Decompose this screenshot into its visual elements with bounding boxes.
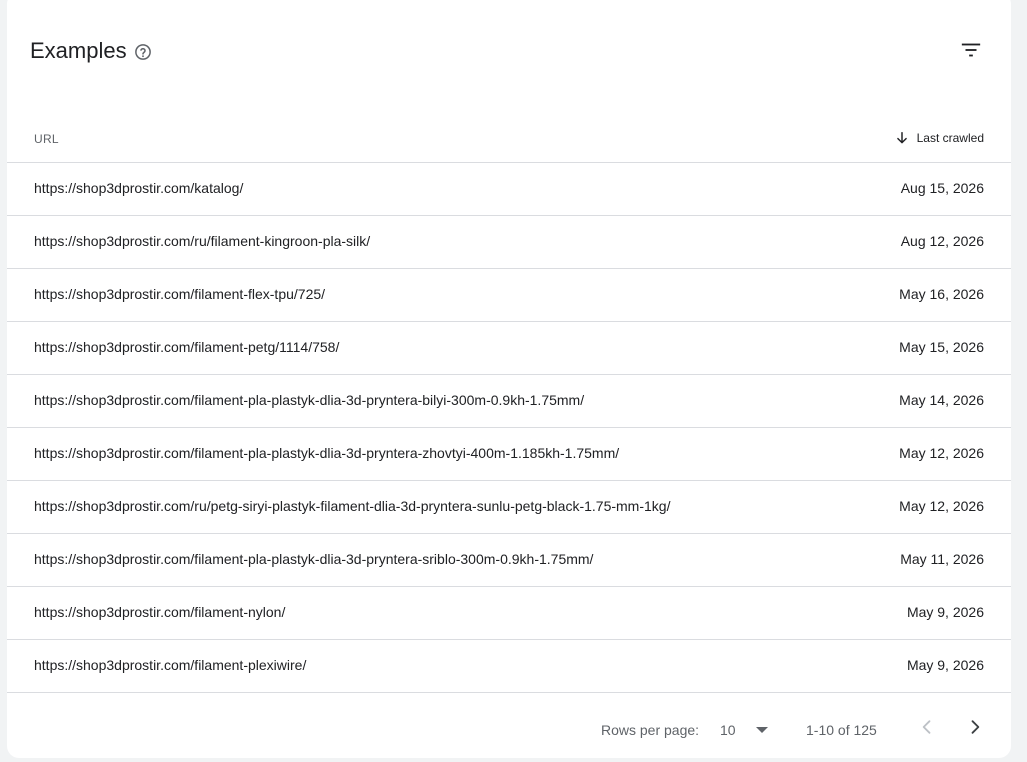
pagination-range: 1-10 of 125 bbox=[806, 722, 877, 738]
help-circle-icon[interactable] bbox=[134, 43, 152, 61]
table-row[interactable]: https://shop3dprostir.com/ru/filament-ki… bbox=[7, 216, 1011, 269]
row-url[interactable]: https://shop3dprostir.com/filament-plexi… bbox=[34, 657, 306, 673]
row-url[interactable]: https://shop3dprostir.com/filament-nylon… bbox=[34, 604, 285, 620]
row-date: May 15, 2026 bbox=[899, 339, 984, 355]
table-body: https://shop3dprostir.com/katalog/Aug 15… bbox=[7, 163, 1011, 693]
table-row[interactable]: https://shop3dprostir.com/filament-pla-p… bbox=[7, 534, 1011, 587]
chevron-right-icon[interactable] bbox=[965, 716, 985, 738]
row-url[interactable]: https://shop3dprostir.com/katalog/ bbox=[34, 180, 243, 196]
row-date: Aug 12, 2026 bbox=[900, 233, 984, 249]
row-url[interactable]: https://shop3dprostir.com/filament-petg/… bbox=[34, 339, 339, 355]
table-header: URL Last crawled bbox=[7, 112, 1011, 163]
row-url[interactable]: https://shop3dprostir.com/filament-pla-p… bbox=[34, 392, 584, 408]
row-date: May 12, 2026 bbox=[899, 498, 984, 514]
card-header: Examples bbox=[7, 0, 1011, 112]
row-date: May 12, 2026 bbox=[899, 445, 984, 461]
row-date: May 16, 2026 bbox=[899, 286, 984, 302]
dropdown-triangle-icon bbox=[755, 727, 768, 733]
filter-icon[interactable] bbox=[960, 39, 982, 61]
row-date: May 11, 2026 bbox=[900, 551, 984, 567]
rows-per-page-label: Rows per page: bbox=[601, 722, 700, 738]
rows-per-page-select[interactable]: 10 bbox=[720, 722, 768, 738]
row-date: Aug 15, 2026 bbox=[900, 180, 984, 196]
table-row[interactable]: https://shop3dprostir.com/filament-flex-… bbox=[7, 269, 1011, 322]
column-header-url[interactable]: URL bbox=[34, 132, 59, 146]
chevron-left-icon[interactable] bbox=[917, 716, 937, 738]
arrow-down-icon bbox=[896, 132, 907, 144]
table-row[interactable]: https://shop3dprostir.com/filament-petg/… bbox=[7, 322, 1011, 375]
card-title: Examples bbox=[30, 38, 127, 63]
row-url[interactable]: https://shop3dprostir.com/filament-pla-p… bbox=[34, 445, 619, 461]
row-url[interactable]: https://shop3dprostir.com/ru/filament-ki… bbox=[34, 233, 370, 249]
row-date: May 14, 2026 bbox=[899, 392, 984, 408]
pagination: Rows per page: 10 1-10 of 125 bbox=[7, 704, 1011, 754]
examples-card: Examples URL Last crawled https://shop3d… bbox=[7, 0, 1011, 758]
table-row[interactable]: https://shop3dprostir.com/filament-nylon… bbox=[7, 587, 1011, 640]
table-row[interactable]: https://shop3dprostir.com/katalog/Aug 15… bbox=[7, 163, 1011, 216]
rows-per-page-value: 10 bbox=[720, 722, 736, 738]
table-row[interactable]: https://shop3dprostir.com/filament-plexi… bbox=[7, 640, 1011, 693]
row-date: May 9, 2026 bbox=[906, 604, 984, 620]
row-url[interactable]: https://shop3dprostir.com/ru/petg-siryi-… bbox=[34, 498, 670, 514]
row-date: May 9, 2026 bbox=[906, 657, 984, 673]
column-header-last-crawled-label: Last crawled bbox=[916, 131, 984, 145]
row-url[interactable]: https://shop3dprostir.com/filament-flex-… bbox=[34, 286, 325, 302]
row-url[interactable]: https://shop3dprostir.com/filament-pla-p… bbox=[34, 551, 593, 567]
table-row[interactable]: https://shop3dprostir.com/filament-pla-p… bbox=[7, 428, 1011, 481]
column-header-last-crawled[interactable]: Last crawled bbox=[895, 131, 984, 145]
table-row[interactable]: https://shop3dprostir.com/filament-pla-p… bbox=[7, 375, 1011, 428]
table-row[interactable]: https://shop3dprostir.com/ru/petg-siryi-… bbox=[7, 481, 1011, 534]
